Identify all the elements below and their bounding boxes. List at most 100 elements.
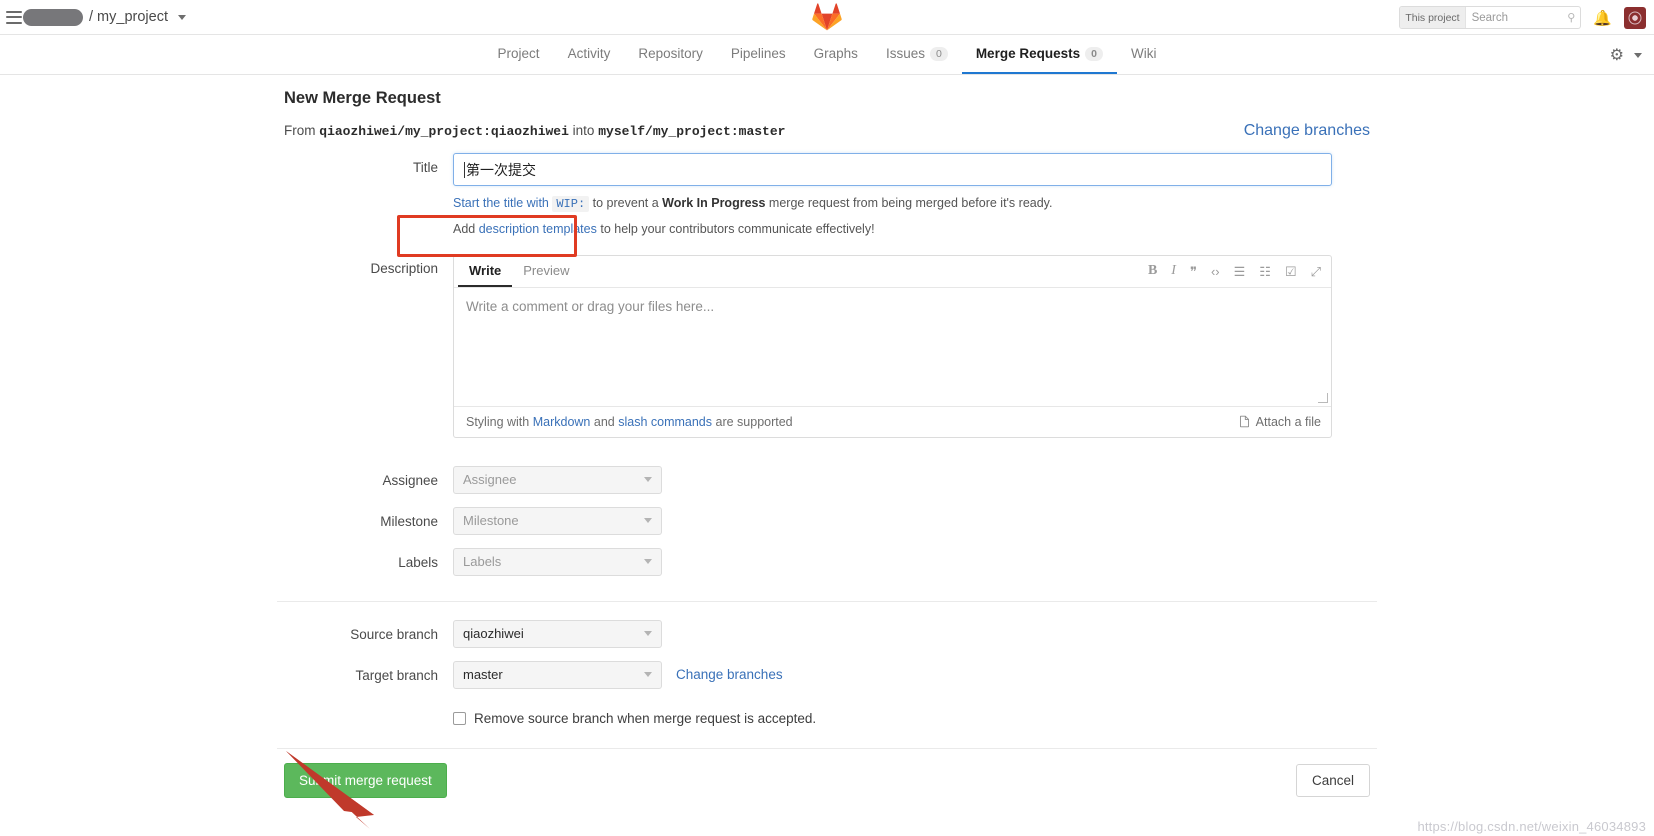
- nav-item-issues[interactable]: Issues 0: [872, 35, 962, 74]
- resize-handle-icon[interactable]: [1318, 392, 1328, 403]
- nav-item-activity[interactable]: Activity: [554, 35, 625, 74]
- bold-icon[interactable]: B: [1148, 264, 1157, 278]
- settings-menu[interactable]: ⚙: [1610, 35, 1642, 75]
- search-input[interactable]: Search: [1466, 12, 1568, 24]
- target-branch-select[interactable]: master: [453, 660, 662, 689]
- nav-item-merge-requests[interactable]: Merge Requests 0: [961, 35, 1117, 74]
- cancel-button[interactable]: Cancel: [1295, 763, 1370, 797]
- tab-write-label: Write: [469, 262, 502, 278]
- assignee-select-value: Assignee: [463, 472, 517, 488]
- editor-header: Write Preview B I ❞ ‹› ☰ ☷ ☑ ⤢: [454, 256, 1331, 288]
- code-icon[interactable]: ‹›: [1211, 265, 1220, 278]
- source-branch-label: Source branch: [350, 626, 438, 642]
- nav-label: Repository: [638, 46, 703, 61]
- remove-source-branch-label: Remove source branch when merge request …: [474, 710, 817, 726]
- fullscreen-icon[interactable]: ⤢: [1311, 265, 1321, 278]
- wip-hint-mid: to prevent a: [592, 196, 659, 210]
- chevron-down-icon[interactable]: [1634, 52, 1642, 58]
- form-actions: Submit merge request Cancel: [277, 747, 1377, 798]
- task-list-icon[interactable]: ☑: [1285, 265, 1297, 278]
- description-templates-link[interactable]: description templates: [479, 222, 597, 236]
- nav-label: Merge Requests: [975, 46, 1081, 61]
- tab-preview[interactable]: Preview: [512, 255, 580, 287]
- labels-control: Labels: [453, 547, 1377, 576]
- markdown-help-text: Styling with Markdown and slash commands…: [466, 415, 793, 429]
- text-cursor: [464, 161, 465, 178]
- change-branches-link-top[interactable]: Change branches: [1244, 122, 1370, 140]
- numbered-list-icon[interactable]: ☷: [1259, 265, 1271, 278]
- gear-icon[interactable]: ⚙: [1610, 45, 1624, 65]
- search-box[interactable]: This project Search ⚲: [1399, 6, 1582, 29]
- italic-icon[interactable]: I: [1171, 264, 1176, 278]
- search-icon[interactable]: ⚲: [1567, 11, 1580, 24]
- nav-label: Project: [497, 46, 540, 61]
- remove-source-branch-spacer: [277, 711, 453, 718]
- project-path[interactable]: / my_project: [89, 9, 187, 25]
- remove-source-branch-row: Remove source branch when merge request …: [277, 711, 1377, 726]
- top-bar: / my_project This project Search ⚲ 🔔: [0, 0, 1654, 35]
- chevron-down-icon[interactable]: [178, 14, 187, 20]
- chevron-down-icon: [644, 672, 652, 678]
- wip-code-chip: WIP:: [552, 196, 590, 212]
- attach-file-button[interactable]: Attach a file: [1238, 415, 1321, 429]
- foot-and: and: [593, 414, 615, 429]
- source-branch-value: qiaozhiwei: [463, 626, 524, 642]
- attach-file-icon: [1239, 416, 1249, 428]
- milestone-select[interactable]: Milestone: [453, 506, 662, 535]
- labels-select-value: Labels: [463, 554, 502, 570]
- assignee-row: Assignee Assignee: [277, 465, 1377, 494]
- title-row: Title 第一次提交 Start the title with WIP: to…: [277, 153, 1377, 239]
- section-divider: [277, 600, 1377, 602]
- redacted-username-block: [23, 8, 83, 26]
- hamburger-icon[interactable]: [6, 10, 22, 24]
- source-ref: qiaozhiwei/my_project:qiaozhiwei: [319, 124, 569, 139]
- tab-preview-label: Preview: [523, 262, 570, 278]
- avatar[interactable]: [1624, 6, 1646, 29]
- nav-label: Wiki: [1130, 46, 1157, 61]
- checkbox-box[interactable]: [453, 711, 466, 725]
- nav-item-pipelines[interactable]: Pipelines: [717, 35, 800, 74]
- page-title: New Merge Request: [284, 89, 441, 107]
- top-bar-right: This project Search ⚲ 🔔: [1399, 0, 1646, 35]
- wip-hint-bold: Work In Progress: [662, 196, 766, 210]
- templates-hint: Add description templates to help your c…: [453, 220, 1377, 239]
- submit-merge-request-button[interactable]: Submit merge request: [284, 762, 447, 798]
- tab-write[interactable]: Write: [458, 255, 513, 288]
- issues-count-badge: 0: [929, 46, 948, 61]
- change-branches-link-bottom[interactable]: Change branches: [676, 667, 783, 682]
- quote-icon[interactable]: ❞: [1190, 265, 1197, 278]
- nav-item-repository[interactable]: Repository: [624, 35, 717, 74]
- assignee-select[interactable]: Assignee: [453, 465, 662, 494]
- wip-hint-link[interactable]: Start the title with: [453, 196, 549, 210]
- source-branch-select[interactable]: qiaozhiwei: [453, 619, 662, 648]
- slash-commands-link[interactable]: slash commands: [618, 415, 712, 429]
- target-branch-value: master: [463, 667, 503, 683]
- branch-summary-bar: From qiaozhiwei/my_project:qiaozhiwei in…: [284, 122, 1370, 140]
- milestone-control: Milestone: [453, 506, 1377, 535]
- description-placeholder: Write a comment or drag your files here.…: [466, 298, 715, 314]
- from-label: From: [284, 123, 316, 138]
- assignee-control: Assignee: [453, 465, 1377, 494]
- into-label: into: [572, 123, 595, 138]
- source-branch-row: Source branch qiaozhiwei: [277, 619, 1377, 648]
- bullet-list-icon[interactable]: ☰: [1234, 265, 1246, 278]
- watermark: https://blog.csdn.net/weixin_46034893: [1417, 819, 1646, 834]
- bell-icon[interactable]: 🔔: [1593, 9, 1612, 27]
- markdown-link[interactable]: Markdown: [533, 415, 591, 429]
- title-input[interactable]: 第一次提交: [453, 153, 1332, 186]
- nav-item-wiki[interactable]: Wiki: [1117, 35, 1171, 74]
- gitlab-logo[interactable]: [812, 2, 842, 32]
- description-textarea[interactable]: Write a comment or drag your files here.…: [454, 288, 1331, 406]
- nav-item-list: Project Activity Repository Pipelines Gr…: [484, 35, 1171, 74]
- chevron-down-icon: [644, 477, 652, 483]
- chevron-down-icon: [644, 631, 652, 637]
- remove-source-branch-checkbox[interactable]: Remove source branch when merge request …: [453, 711, 1377, 726]
- labels-select[interactable]: Labels: [453, 547, 662, 576]
- target-ref: myself/my_project:master: [598, 124, 786, 139]
- description-row: Description Write Preview B I ❞ ‹› ☰ ☷ ☑…: [277, 253, 1377, 438]
- milestone-select-value: Milestone: [463, 513, 519, 529]
- nav-item-graphs[interactable]: Graphs: [800, 35, 872, 74]
- nav-item-project[interactable]: Project: [484, 35, 554, 74]
- title-input-value: 第一次提交: [466, 161, 536, 178]
- editor-toolbar: B I ❞ ‹› ☰ ☷ ☑ ⤢: [1148, 264, 1321, 278]
